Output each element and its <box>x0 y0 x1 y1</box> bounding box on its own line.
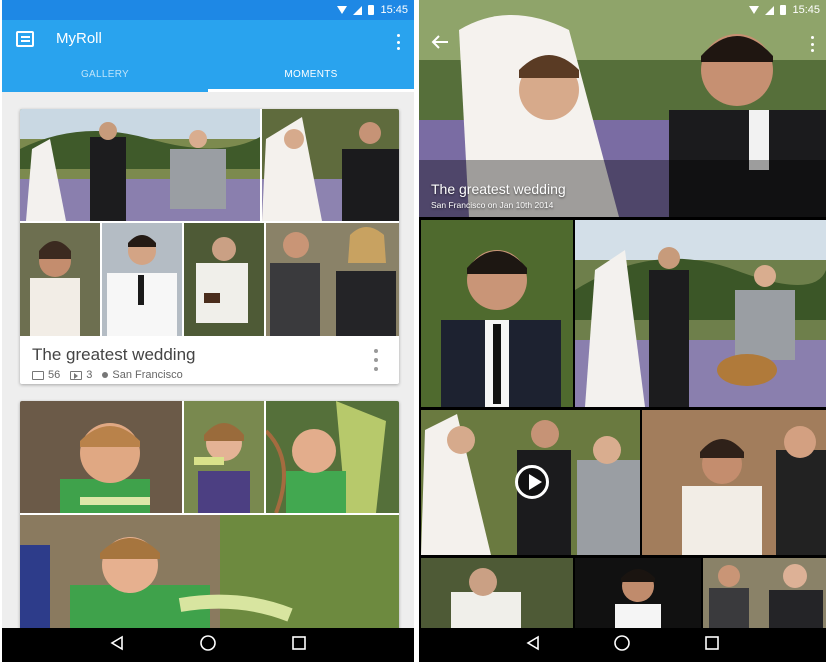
tab-moments[interactable]: MOMENTS <box>208 56 414 92</box>
photo-count: 56 <box>48 369 61 381</box>
photo-thumbnail[interactable] <box>421 220 573 407</box>
app-title: MyRoll <box>56 30 102 47</box>
battery-icon <box>368 5 375 15</box>
system-nav-bar <box>419 628 826 662</box>
system-nav-bar <box>2 628 414 662</box>
battery-icon <box>780 5 787 15</box>
video-icon <box>70 370 83 380</box>
back-arrow-icon[interactable] <box>431 34 449 50</box>
signal-icon <box>353 5 363 15</box>
photo-thumbnail[interactable] <box>20 515 399 641</box>
photo-thumbnail[interactable] <box>575 558 701 628</box>
back-icon[interactable] <box>109 635 125 656</box>
recents-icon[interactable] <box>704 635 720 656</box>
overflow-menu-icon[interactable] <box>392 34 404 50</box>
photo-thumbnail[interactable] <box>20 109 260 221</box>
status-bar: 15:45 <box>419 0 826 20</box>
status-time: 15:45 <box>792 4 820 16</box>
wifi-icon <box>337 6 348 14</box>
photo-thumbnail[interactable] <box>266 401 399 513</box>
back-icon[interactable] <box>525 635 541 656</box>
moment-card[interactable] <box>20 401 399 641</box>
play-icon[interactable] <box>515 465 549 499</box>
photo-icon <box>32 370 44 380</box>
card-title: The greatest wedding <box>32 345 196 364</box>
overflow-menu-icon[interactable] <box>806 36 818 52</box>
moment-card[interactable]: The greatest wedding 56 3 San Francisco <box>20 109 399 384</box>
home-icon[interactable] <box>199 634 217 657</box>
photo-thumbnail[interactable] <box>575 220 826 407</box>
moment-subtitle: San Francisco on Jan 10th 2014 <box>431 200 554 210</box>
photo-thumbnail[interactable] <box>266 223 399 336</box>
photo-thumbnail[interactable] <box>703 558 826 628</box>
moment-detail-screen: The greatest wedding San Francisco on Ja… <box>419 0 826 662</box>
photo-thumbnail[interactable] <box>102 223 182 336</box>
tab-bar: GALLERY MOMENTS <box>2 56 414 92</box>
card-location: San Francisco <box>112 369 183 381</box>
tab-gallery[interactable]: GALLERY <box>2 56 208 92</box>
gallery-screen: 15:45 MyRoll GALLERY MOMENTS The greates… <box>2 0 414 662</box>
signal-icon <box>765 5 775 15</box>
home-icon[interactable] <box>613 634 631 657</box>
photo-thumbnail[interactable] <box>421 558 573 628</box>
photo-thumbnail[interactable] <box>262 109 399 221</box>
drawer-menu-icon[interactable] <box>14 29 36 51</box>
photo-thumbnail[interactable] <box>184 223 264 336</box>
photo-thumbnail[interactable] <box>642 410 826 555</box>
moment-title: The greatest wedding <box>431 181 566 197</box>
wifi-icon <box>749 6 760 14</box>
card-meta: 56 3 San Francisco <box>32 369 183 381</box>
location-icon <box>102 372 109 378</box>
video-thumbnail[interactable] <box>421 410 640 555</box>
photo-thumbnail[interactable] <box>20 401 182 513</box>
card-overflow-icon[interactable] <box>373 349 379 371</box>
recents-icon[interactable] <box>291 635 307 656</box>
status-time: 15:45 <box>380 4 408 16</box>
app-bar: MyRoll GALLERY MOMENTS <box>2 20 414 92</box>
status-bar: 15:45 <box>2 0 414 20</box>
photo-thumbnail[interactable] <box>184 401 264 513</box>
hero-photo[interactable]: The greatest wedding San Francisco on Ja… <box>419 0 826 217</box>
photo-thumbnail[interactable] <box>20 223 100 336</box>
video-count: 3 <box>86 369 93 381</box>
